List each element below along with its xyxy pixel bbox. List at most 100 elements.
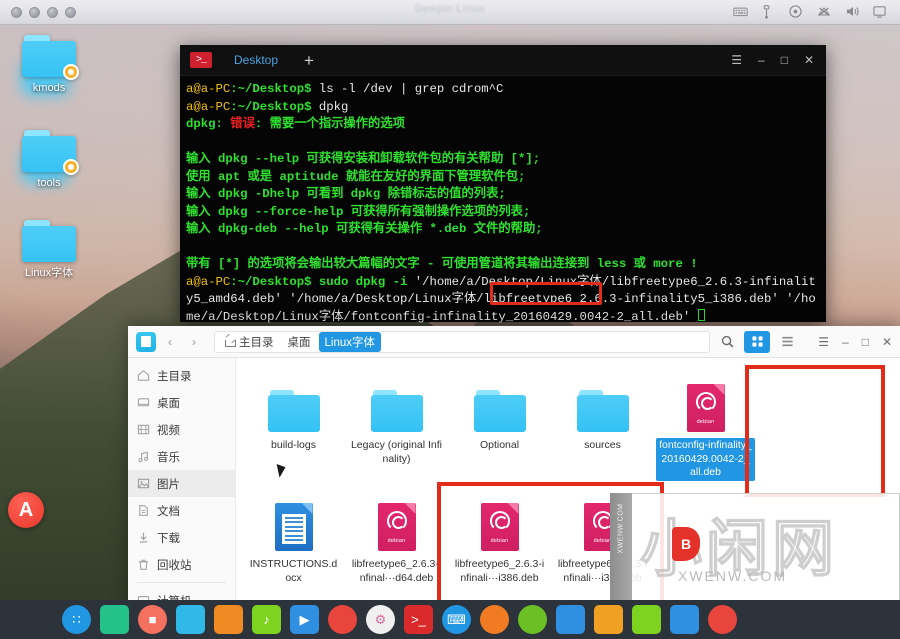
watermark-logo-letter: B [672,527,700,561]
sidebar-item-5[interactable]: 图片 [128,470,235,497]
new-tab-button[interactable]: + [304,52,314,69]
file-row: build-logs Legacy (original Infinality) Op… [242,372,894,491]
screen-root: Deepin Linux kmods tools Linux字体 A >_ De… [0,0,900,639]
desktop-icon-kmods[interactable]: kmods [6,35,92,96]
minimize-icon[interactable]: – [842,335,849,349]
desktop-icon [137,396,150,409]
minimize-button[interactable] [29,6,40,18]
taskbar-app-chrome[interactable] [328,605,357,634]
sidebar-item-6[interactable]: 文档 [128,497,235,524]
sidebar-item-1[interactable]: 主目录 [128,362,235,389]
taskbar-app-browser-orange[interactable] [480,605,509,634]
file-manager-app-icon [136,331,156,352]
close-icon[interactable]: ✕ [804,53,814,67]
music-icon [137,450,150,463]
settings-icon: ⚙ [374,611,387,627]
file-name-label: fontconfig-infinality_20160429.0042-2_al… [656,438,755,481]
link-badge-icon [63,159,79,175]
taskbar-app-movie[interactable] [670,605,699,634]
taskbar-app-music[interactable]: ♪ [252,605,281,634]
outer-window-titlebar: Deepin Linux [0,0,900,25]
file-item[interactable]: INSTRUCTIONS.docx [242,491,345,596]
sidebar-divider [137,582,226,583]
desktop-icon-linux-fonts[interactable]: Linux字体 [6,220,92,281]
volume-icon[interactable] [845,5,860,19]
file-item[interactable]: build-logs [242,372,345,491]
file-item[interactable]: debian fontconfig-infinality_20160429.004… [654,372,757,491]
network-disconnected-icon[interactable] [817,5,832,19]
taskbar-app-app-store[interactable] [214,605,243,634]
breadcrumb-item[interactable]: 桌面 [282,332,317,352]
zoom-button[interactable] [47,6,58,18]
taskbar-app-recorder[interactable]: ■ [138,605,167,634]
terminal-line: a@a-PC:~/Desktop$ dpkg [186,99,349,114]
video-icon: ▶ [299,611,310,627]
music-icon: ♪ [263,612,270,627]
file-item[interactable]: Legacy (original Infinality) [345,372,448,491]
taskbar-app-browser-green[interactable] [518,605,547,634]
terminal-line: dpkg: 错误: 需要一个指示操作的选项 [186,117,405,131]
sidebar-item-label: 视频 [157,424,180,437]
list-view-icon[interactable] [774,331,800,353]
terminal-tab-desktop[interactable]: Desktop [234,53,278,67]
usb-icon[interactable] [761,5,776,19]
extra-button[interactable] [65,6,76,18]
file-item[interactable]: debian libfreetype6_2.6.3-infinali···i386… [448,491,551,596]
terminal-line: 输入 dpkg-deb --help 可获得有关操作 *.deb 文件的帮助; [186,222,543,236]
search-icon[interactable] [714,331,740,353]
file-item[interactable]: sources [551,372,654,491]
terminal-output[interactable]: a@a-PC:~/Desktop$ ls -l /dev | grep cdro… [180,76,826,326]
taskbar-app-video[interactable]: ▶ [290,605,319,634]
sidebar-item-4[interactable]: 音乐 [128,443,235,470]
close-button[interactable] [11,6,22,18]
grid-view-icon[interactable] [744,330,771,353]
taskbar-app-chrome-2[interactable] [708,605,737,634]
taskbar-app-books[interactable] [594,605,623,634]
breadcrumb-item[interactable]: 主目录 [219,332,280,352]
maximize-icon[interactable]: □ [862,335,869,349]
sidebar-item-7[interactable]: 下载 [128,524,235,551]
sidebar-item-label: 音乐 [157,451,180,464]
terminal-line: 输入 dpkg --help 可获得安装和卸载软件包的有关帮助 [*]; [186,152,541,166]
file-manager-sidebar: 主目录桌面视频音乐图片文档下载回收站计算机系统盘 [128,358,236,616]
taskbar-app-file-manager[interactable] [176,605,205,634]
disc-icon[interactable] [789,5,804,19]
watermark-vertical-text: XWENW.COM [617,503,625,554]
taskbar-app-notes[interactable] [632,605,661,634]
link-badge-icon [63,64,79,80]
taskbar-app-editor[interactable] [556,605,585,634]
keyboard-icon[interactable] [733,5,748,19]
folder-icon [267,390,320,432]
file-name-label: build-logs [271,439,316,451]
desktop-icon-tools[interactable]: tools [6,130,92,191]
traffic-light-group [11,6,76,18]
taskbar-app-launcher[interactable]: ∷ [62,605,91,634]
breadcrumb[interactable]: 主目录 桌面 Linux字体 [214,330,711,353]
display-icon[interactable] [873,5,888,19]
trash-icon [137,558,150,571]
file-item[interactable]: debian libfreetype6_2.6.3-infinal···d64.d… [345,491,448,596]
sidebar-item-label: 回收站 [157,559,192,572]
taskbar-app-deepin-terminal[interactable]: >_ [404,605,433,634]
taskbar-app-terminal[interactable] [100,605,129,634]
back-button[interactable]: ‹ [160,331,180,353]
file-name-label: Legacy (original Infinality) [350,439,443,465]
sidebar-item-8[interactable]: 回收站 [128,551,235,578]
debian-package-icon: debian [686,384,725,432]
breadcrumb-item[interactable]: Linux字体 [318,331,381,352]
menu-icon[interactable]: ☰ [731,53,742,67]
file-name-label: Optional [479,439,520,451]
debian-package-icon: debian [377,502,416,551]
taskbar-app-keyboard[interactable]: ⌨ [442,605,471,634]
watermark-sub-text: XWENW.COM [678,568,787,584]
close-icon[interactable]: ✕ [882,335,892,349]
minimize-icon[interactable]: – [758,53,765,67]
file-item[interactable]: Optional [448,372,551,491]
forward-button[interactable]: › [184,331,204,353]
maximize-icon[interactable]: □ [781,53,788,67]
sidebar-item-3[interactable]: 视频 [128,416,235,443]
desktop-app-badge[interactable]: A [8,492,44,528]
sidebar-item-2[interactable]: 桌面 [128,389,235,416]
taskbar-app-settings[interactable]: ⚙ [366,605,395,634]
menu-icon[interactable]: ☰ [818,335,829,349]
